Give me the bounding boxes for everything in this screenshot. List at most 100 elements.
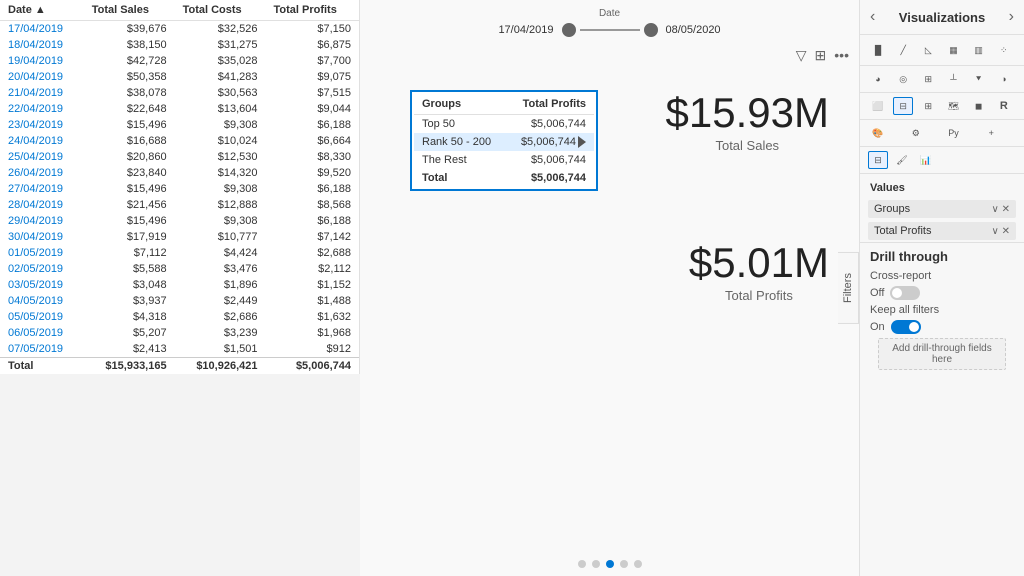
viz-gauge-icon[interactable]: ◑ (994, 70, 1014, 88)
more-icon[interactable]: ••• (834, 47, 849, 64)
viz-card-icon[interactable]: ⬜ (868, 97, 888, 115)
cell-num: $15,496 (84, 213, 175, 229)
total-num: $10,926,421 (175, 358, 266, 375)
add-drill-field-btn[interactable]: Add drill-through fields here (878, 338, 1006, 370)
field-remove-groups[interactable]: ∨ ✕ (992, 204, 1010, 215)
viz-icons-row4: 🎨 ⚙ Py + (860, 120, 1024, 147)
cell-date: 20/04/2019 (0, 69, 84, 85)
table-row[interactable]: 03/05/2019$3,048$1,896$1,152 (0, 277, 359, 293)
col-header-costs[interactable]: Total Costs (175, 0, 266, 21)
cell-date: 29/04/2019 (0, 213, 84, 229)
field-pill-profits[interactable]: Total Profits ∨ ✕ (868, 222, 1016, 240)
table-row[interactable]: 04/05/2019$3,937$2,449$1,488 (0, 293, 359, 309)
table-row[interactable]: 22/04/2019$22,648$13,604$9,044 (0, 101, 359, 117)
table-row[interactable]: 30/04/2019$17,919$10,777$7,142 (0, 229, 359, 245)
viz-analytics-icon[interactable]: ⚙ (906, 124, 926, 142)
table-row[interactable]: 17/04/2019$39,676$32,526$7,150 (0, 21, 359, 38)
cell-num: $1,896 (175, 277, 266, 293)
popup-table-row[interactable]: Top 50$5,006,744 (414, 115, 594, 134)
col-header-sales[interactable]: Total Sales (84, 0, 175, 21)
cell-date: 26/04/2019 (0, 165, 84, 181)
viz-stacked-bar-icon[interactable]: ▦ (943, 41, 963, 59)
cell-date: 30/04/2019 (0, 229, 84, 245)
page-dot-3[interactable] (606, 560, 614, 568)
cross-report-toggle[interactable] (890, 286, 920, 300)
popup-table-row[interactable]: Rank 50 - 200$5,006,744 (414, 133, 594, 151)
keep-filters-toggle[interactable] (891, 320, 921, 334)
table-row[interactable]: 05/05/2019$4,318$2,686$1,632 (0, 309, 359, 325)
cell-num: $4,318 (84, 309, 175, 325)
page-dot-1[interactable] (578, 560, 586, 568)
viz-bar-icon[interactable]: ▐▌ (868, 41, 888, 59)
table-row[interactable]: 27/04/2019$15,496$9,308$6,188 (0, 181, 359, 197)
cell-date: 17/04/2019 (0, 21, 84, 38)
table-row[interactable]: 07/05/2019$2,413$1,501$912 (0, 341, 359, 358)
filter-icon[interactable]: ▽ (796, 47, 807, 64)
viz-funnel-icon[interactable]: ⯆ (969, 70, 989, 88)
viz-pie-icon[interactable]: ◕ (868, 70, 888, 88)
viz-chevron-left[interactable] (870, 8, 875, 26)
viz-matrix-icon[interactable]: ⊞ (918, 97, 938, 115)
cell-num: $2,413 (84, 341, 175, 358)
page-dot-2[interactable] (592, 560, 600, 568)
table-row[interactable]: 18/04/2019$38,150$31,275$6,875 (0, 37, 359, 53)
popup-table-wrapper: Groups Total Profits Top 50$5,006,744Ran… (410, 90, 598, 191)
popup-total-row: Total$5,006,744 (414, 169, 594, 187)
table-row[interactable]: 01/05/2019$7,112$4,424$2,688 (0, 245, 359, 261)
viz-scatter-icon[interactable]: ⁘ (994, 41, 1014, 59)
focus-icon[interactable]: ⊞ (815, 47, 827, 64)
field-remove-profits[interactable]: ∨ ✕ (992, 226, 1010, 237)
viz-100pct-bar-icon[interactable]: ▥ (969, 41, 989, 59)
table-row[interactable]: 20/04/2019$50,358$41,283$9,075 (0, 69, 359, 85)
viz-treemap-icon[interactable]: ⊞ (918, 70, 938, 88)
viz-chevron-right[interactable] (1009, 8, 1014, 26)
kpi1-label: Total Sales (666, 138, 829, 153)
field-name-groups: Groups (874, 203, 910, 215)
viz-donut-icon[interactable]: ◎ (893, 70, 913, 88)
table-row[interactable]: 29/04/2019$15,496$9,308$6,188 (0, 213, 359, 229)
cell-date: 18/04/2019 (0, 37, 84, 53)
cell-num: $41,283 (175, 69, 266, 85)
table-row[interactable]: 06/05/2019$5,207$3,239$1,968 (0, 325, 359, 341)
col-header-date[interactable]: Date ▲ (0, 0, 84, 21)
viz-line-icon[interactable]: ╱ (893, 41, 913, 59)
viz-table-icon[interactable]: ⊟ (893, 97, 913, 115)
viz-filled-map-icon[interactable]: ◼ (969, 97, 989, 115)
table-row[interactable]: 25/04/2019$20,860$12,530$8,330 (0, 149, 359, 165)
cell-num: $8,568 (265, 197, 359, 213)
filters-side-tab[interactable]: Filters (838, 252, 859, 324)
table-row[interactable]: 21/04/2019$38,078$30,563$7,515 (0, 85, 359, 101)
cell-num: $21,456 (84, 197, 175, 213)
col-header-profits[interactable]: Total Profits (265, 0, 359, 21)
date-slider[interactable] (562, 23, 658, 37)
page-dot-5[interactable] (634, 560, 642, 568)
cell-num: $6,188 (265, 213, 359, 229)
viz-waterfall-icon[interactable]: ┴ (943, 70, 963, 88)
viz-r-icon[interactable]: R (994, 97, 1014, 115)
field-pill-groups[interactable]: Groups ∨ ✕ (868, 200, 1016, 218)
cell-num: $1,968 (265, 325, 359, 341)
cell-num: $10,024 (175, 133, 266, 149)
viz-area-icon[interactable]: ◺ (918, 41, 938, 59)
table-row[interactable]: 24/04/2019$16,688$10,024$6,664 (0, 133, 359, 149)
viz-format-icon[interactable]: 🎨 (868, 124, 888, 142)
viz-map-icon[interactable]: 🗺 (943, 97, 963, 115)
viz-custom-icon[interactable]: + (981, 124, 1001, 142)
cell-num: $9,044 (265, 101, 359, 117)
table-row[interactable]: 26/04/2019$23,840$14,320$9,520 (0, 165, 359, 181)
table-row[interactable]: 28/04/2019$21,456$12,888$8,568 (0, 197, 359, 213)
popup-table: Groups Total Profits Top 50$5,006,744Ran… (414, 94, 594, 187)
page-dot-4[interactable] (620, 560, 628, 568)
cell-date: 19/04/2019 (0, 53, 84, 69)
viz-python-icon[interactable]: Py (944, 124, 964, 142)
format-chart-icon[interactable]: 📊 (916, 151, 936, 169)
table-row[interactable]: 19/04/2019$42,728$35,028$7,700 (0, 53, 359, 69)
popup-total-label: Total (414, 169, 506, 187)
format-paint-icon[interactable]: 🖌 (892, 151, 912, 169)
table-row[interactable]: 02/05/2019$5,588$3,476$2,112 (0, 261, 359, 277)
popup-cell-profits: $5,006,744 (506, 133, 594, 151)
popup-table-row[interactable]: The Rest$5,006,744 (414, 151, 594, 169)
table-row[interactable]: 23/04/2019$15,496$9,308$6,188 (0, 117, 359, 133)
format-table-icon[interactable]: ⊟ (868, 151, 888, 169)
filters-tab-label[interactable]: Filters (838, 252, 859, 324)
